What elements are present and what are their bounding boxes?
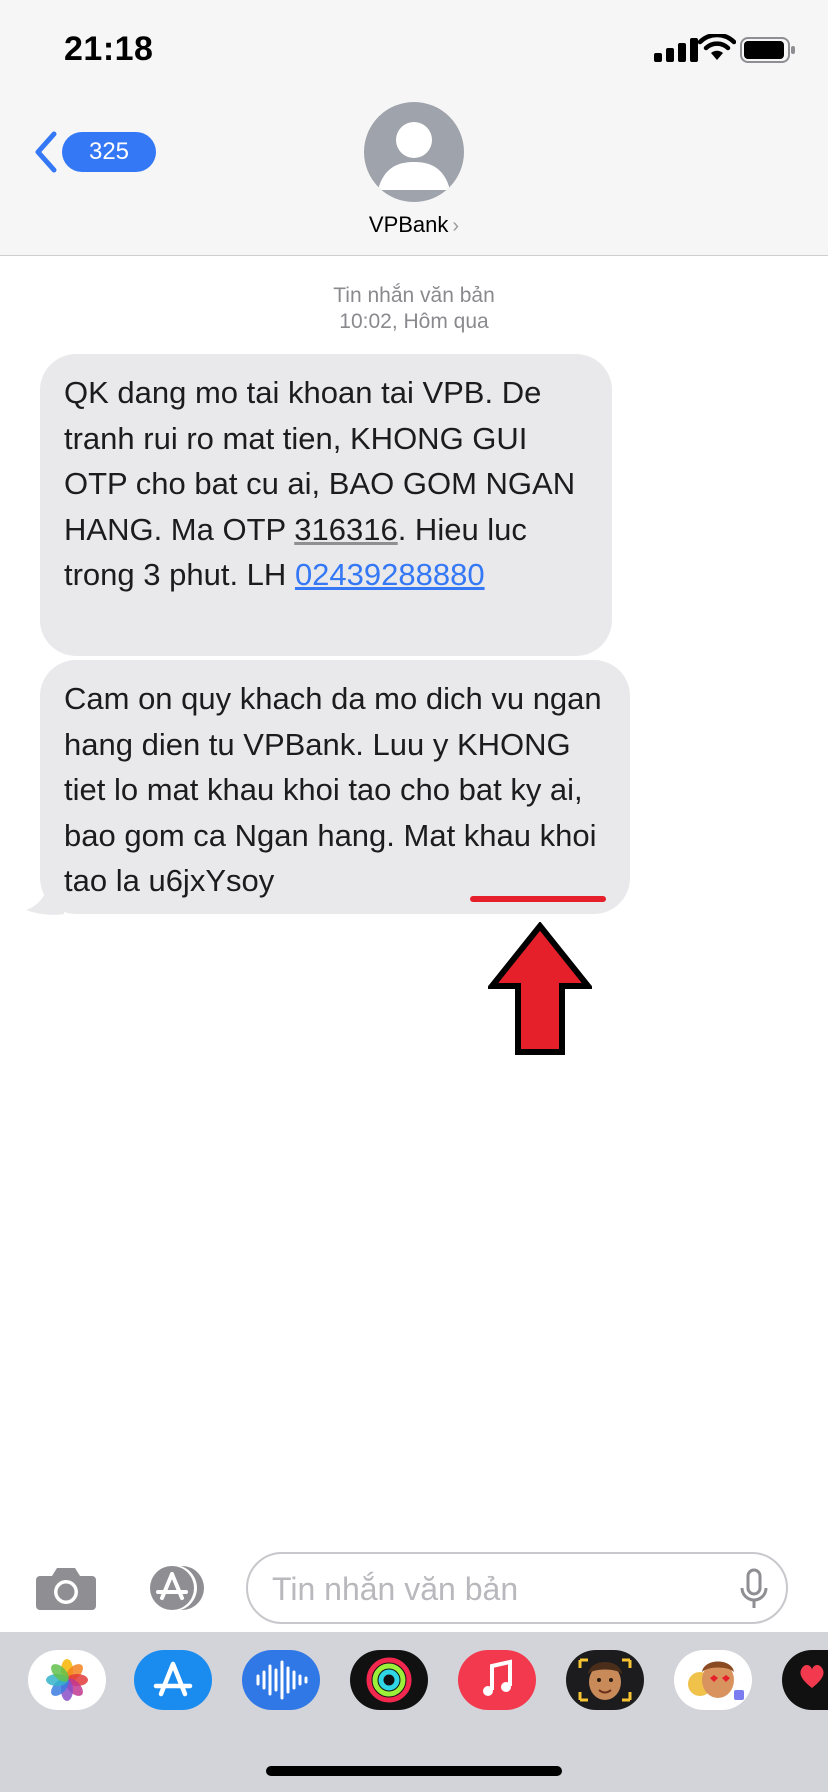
camera-icon[interactable] xyxy=(34,1564,98,1612)
phone-link[interactable]: 02439288880 xyxy=(295,557,485,592)
contact-name-button[interactable]: VPBank › xyxy=(0,212,828,238)
red-underline-annotation xyxy=(470,896,606,902)
memoji-stickers-app-icon[interactable] xyxy=(674,1650,752,1710)
microphone-icon[interactable] xyxy=(738,1568,770,1612)
app-store-app-icon[interactable] xyxy=(134,1650,212,1710)
message-input[interactable] xyxy=(272,1564,712,1614)
message-text: Cam on quy khach da mo dich vu ngan hang… xyxy=(64,681,602,898)
message-input-field[interactable] xyxy=(246,1552,788,1624)
app-store-icon[interactable] xyxy=(138,1564,214,1612)
music-app-icon[interactable] xyxy=(458,1650,536,1710)
message-bubble[interactable]: Cam on quy khach da mo dich vu ngan hang… xyxy=(40,660,630,914)
red-up-arrow-icon xyxy=(488,922,592,1055)
otp-code[interactable]: 316316 xyxy=(294,512,397,547)
home-indicator xyxy=(266,1766,562,1776)
thread-timestamp: Tin nhắn văn bản 10:02, Hôm qua xyxy=(0,283,828,335)
memoji-app-icon[interactable] xyxy=(566,1650,644,1710)
cellular-signal-icon xyxy=(654,38,698,62)
message-time: 10:02, Hôm qua xyxy=(339,310,489,333)
bubble-tail xyxy=(26,884,64,915)
audio-message-app-icon[interactable] xyxy=(242,1650,320,1710)
message-type-label: Tin nhắn văn bản xyxy=(333,284,495,307)
activity-app-icon[interactable] xyxy=(350,1650,428,1710)
wifi-icon xyxy=(698,34,736,60)
header: 21:18 325 VPBank › xyxy=(0,0,828,256)
status-time: 21:18 xyxy=(64,30,154,68)
contact-avatar[interactable] xyxy=(364,102,464,202)
chevron-right-icon: › xyxy=(452,215,460,237)
message-bubble[interactable]: QK dang mo tai khoan tai VPB. De tranh r… xyxy=(40,354,612,656)
digital-touch-app-icon[interactable] xyxy=(782,1650,828,1710)
photos-app-icon[interactable] xyxy=(28,1650,106,1710)
chevron-left-icon xyxy=(35,131,57,173)
contact-name: VPBank xyxy=(368,212,449,237)
unread-count-badge: 325 xyxy=(62,132,156,172)
password-text: u6jxYsoy xyxy=(148,863,275,898)
battery-icon xyxy=(740,37,795,63)
person-icon xyxy=(378,122,450,190)
back-button[interactable]: 325 xyxy=(28,126,156,176)
